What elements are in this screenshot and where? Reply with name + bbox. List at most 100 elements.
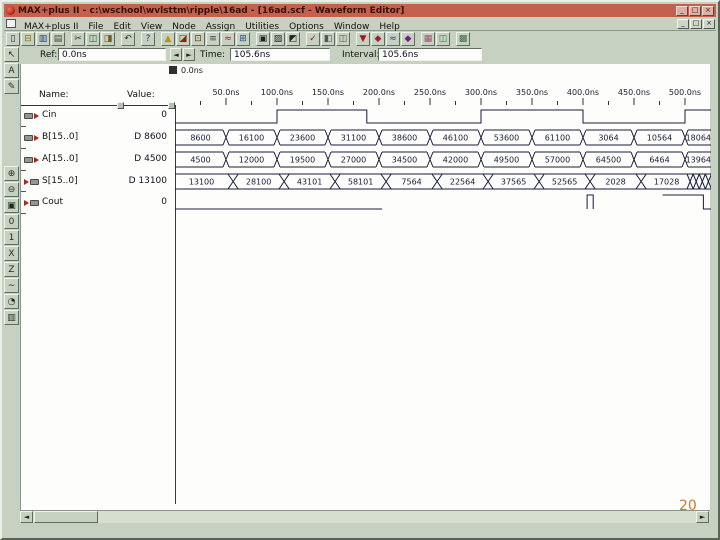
message-processor-button[interactable]: ◆: [371, 32, 385, 46]
compiler-icon: ▣: [258, 33, 268, 44]
signal-row-s-15-0[interactable]: S[15..0] D 13100: [21, 174, 175, 190]
waveform-canvas[interactable]: 8600 16100 23600 31100 38600 46100 53600 61100 3…: [175, 92, 711, 508]
save-check-button[interactable]: ✓: [306, 32, 320, 46]
programmer-button[interactable]: ▼: [356, 32, 370, 46]
signal-row-cin[interactable]: Cin 0: [21, 108, 175, 124]
h-scrollbar: ◄ ►: [20, 510, 710, 523]
utility-button[interactable]: ◆: [401, 32, 415, 46]
symbol-editor-button[interactable]: ⊡: [191, 32, 205, 46]
slide-page-number: 20: [679, 498, 697, 514]
waveform-edit-tool-button[interactable]: ✎: [4, 79, 19, 94]
svg-text:58101: 58101: [348, 178, 373, 187]
fit-window-tool-button[interactable]: ▣: [4, 198, 19, 213]
signal-value: D 8600: [134, 132, 167, 142]
scroll-right-button[interactable]: ►: [696, 511, 709, 523]
clock-tool-button[interactable]: ◔: [4, 294, 19, 309]
scroll-thumb[interactable]: [34, 511, 98, 523]
ref-next-button[interactable]: ►: [183, 48, 195, 61]
force-0-tool-button[interactable]: 0: [4, 214, 19, 229]
timing-analyzer-button[interactable]: ◩: [286, 32, 300, 46]
save-file-button[interactable]: ▥: [36, 32, 50, 46]
copy-button[interactable]: ◫: [86, 32, 100, 46]
output-pin-icon: [24, 199, 40, 207]
tile-windows-button[interactable]: ▦: [421, 32, 435, 46]
svg-text:23600: 23600: [290, 134, 315, 143]
input-pin-icon: [24, 112, 40, 120]
interval-input[interactable]: [378, 48, 482, 61]
svg-text:37565: 37565: [501, 178, 526, 187]
group-tool-button[interactable]: ▥: [4, 310, 19, 325]
minimize-button[interactable]: _: [676, 5, 688, 16]
signal-name: S[15..0]: [42, 176, 78, 186]
clock-tool-icon: ◔: [7, 296, 16, 307]
restore-button[interactable]: □: [689, 5, 701, 16]
signal-row-a-15-0[interactable]: A[15..0] D 4500: [21, 152, 175, 168]
text-editor-button[interactable]: ≡: [206, 32, 220, 46]
cascade-windows-button[interactable]: ◫: [436, 32, 450, 46]
svg-text:8600: 8600: [190, 134, 210, 143]
force-z-tool-button[interactable]: Z: [4, 262, 19, 277]
selection-tool-icon: ↖: [7, 49, 16, 60]
floorplan-editor-button[interactable]: ⊞: [236, 32, 250, 46]
ref-input[interactable]: [58, 48, 166, 61]
device-assign-icon: ◧: [323, 33, 333, 44]
open-file-button[interactable]: ⊟: [21, 32, 35, 46]
scroll-left-button[interactable]: ◄: [20, 511, 33, 523]
print-button[interactable]: ▤: [51, 32, 65, 46]
signal-row-cout[interactable]: Cout 0: [21, 195, 175, 211]
arrange-icons-button[interactable]: ▩: [456, 32, 470, 46]
hierarchy-display-icon: ≈: [389, 33, 397, 44]
timeline-label: 150.0ns: [311, 88, 345, 97]
svg-text:6464: 6464: [649, 156, 669, 165]
force-x-tool-icon: X: [8, 248, 15, 259]
text-tool-button[interactable]: A: [4, 63, 19, 78]
simulator-button[interactable]: ▨: [271, 32, 285, 46]
invert-tool-button[interactable]: ∼: [4, 278, 19, 293]
group-tool-icon: ▥: [7, 312, 16, 323]
zoom-out-tool-icon: ⊖: [7, 184, 16, 195]
time-input[interactable]: [230, 48, 330, 61]
signal-name: A[15..0]: [42, 154, 79, 164]
selection-tool-button[interactable]: ↖: [4, 47, 19, 62]
signal-value: 0: [161, 110, 167, 120]
context-help-button[interactable]: ?: [141, 32, 155, 46]
ref-prev-button[interactable]: ◄: [170, 48, 182, 61]
report-file-icon: ◫: [338, 33, 348, 44]
force-0-tool-icon: 0: [8, 216, 15, 227]
svg-text:38600: 38600: [392, 134, 417, 143]
zoom-in-tool-button[interactable]: ⊕: [4, 166, 19, 181]
child-window-system-icon[interactable]: [6, 19, 16, 28]
undo-button[interactable]: ↶: [121, 32, 135, 46]
signal-value: D 13100: [128, 176, 167, 186]
timeline-label: 350.0ns: [515, 88, 549, 97]
timeline-label: 250.0ns: [413, 88, 447, 97]
open-file-icon: ⊟: [24, 33, 32, 44]
paste-button[interactable]: ◨: [101, 32, 115, 46]
hierarchy-up-button[interactable]: ▲: [161, 32, 175, 46]
svg-text:53600: 53600: [494, 134, 519, 143]
cut-button[interactable]: ✂: [71, 32, 85, 46]
child-restore-button[interactable]: □: [690, 18, 702, 29]
new-file-button[interactable]: ▯: [6, 32, 20, 46]
graphic-editor-button[interactable]: ◪: [176, 32, 190, 46]
report-file-button[interactable]: ◫: [336, 32, 350, 46]
svg-text:42000: 42000: [443, 156, 468, 165]
signal-row-b-15-0[interactable]: B[15..0] D 8600: [21, 130, 175, 146]
menu-bar: MAX+plus II File Edit View Node Assign Utiliti…: [4, 17, 716, 32]
compiler-button[interactable]: ▣: [256, 32, 270, 46]
ref-label: Ref:: [40, 50, 58, 60]
close-button[interactable]: ×: [702, 5, 714, 16]
child-close-button[interactable]: ×: [703, 18, 715, 29]
zoom-in-tool-icon: ⊕: [7, 168, 16, 179]
hierarchy-display-button[interactable]: ≈: [386, 32, 400, 46]
input-pin-icon: [24, 134, 40, 142]
svg-text:52565: 52565: [552, 178, 577, 187]
zoom-out-tool-button[interactable]: ⊖: [4, 182, 19, 197]
force-x-tool-button[interactable]: X: [4, 246, 19, 261]
row-divider-nub: [21, 126, 26, 127]
child-minimize-button[interactable]: _: [677, 18, 689, 29]
device-assign-button[interactable]: ◧: [321, 32, 335, 46]
svg-text:34500: 34500: [392, 156, 417, 165]
force-1-tool-button[interactable]: 1: [4, 230, 19, 245]
waveform-editor-button[interactable]: ≈: [221, 32, 235, 46]
